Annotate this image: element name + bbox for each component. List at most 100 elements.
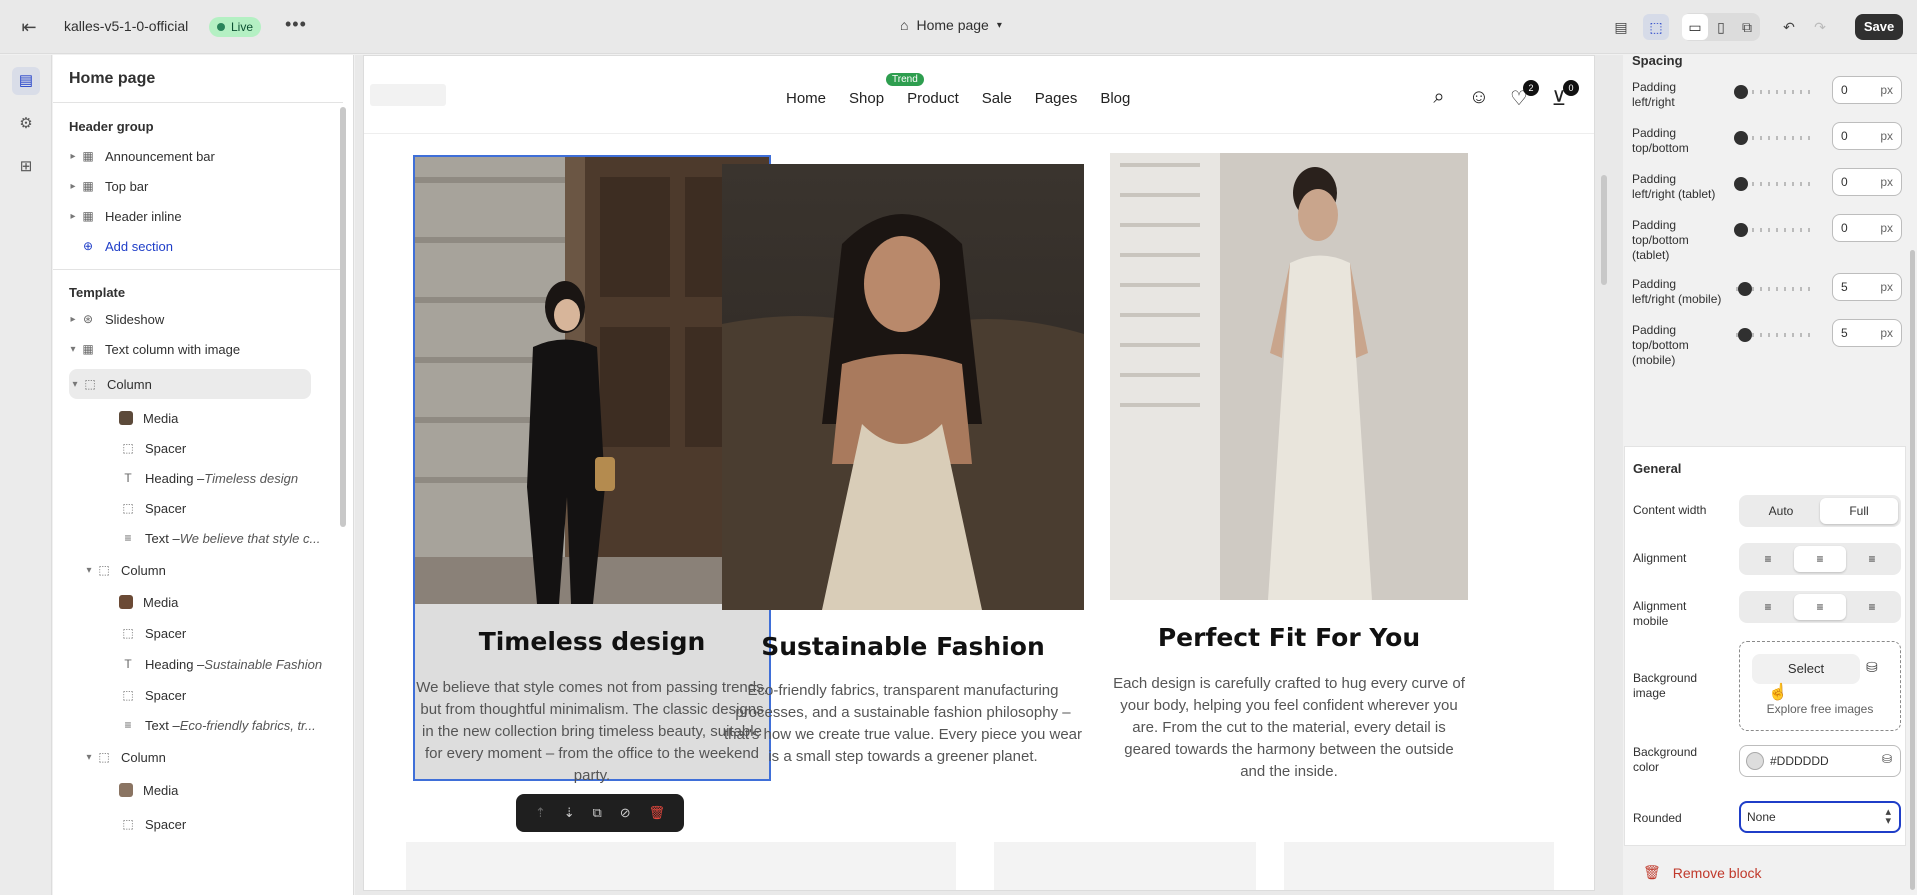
- slider-knob[interactable]: [1734, 85, 1748, 99]
- slider-knob[interactable]: [1737, 282, 1752, 296]
- more-actions-icon[interactable]: •••: [285, 14, 307, 35]
- tree-item-spacer[interactable]: ⬚ Spacer: [53, 618, 343, 648]
- save-button[interactable]: Save: [1855, 14, 1903, 40]
- tree-item-slideshow[interactable]: ▸ ⊛ Slideshow: [53, 304, 343, 334]
- cart-icon[interactable]: ⊻ 0: [1547, 80, 1579, 111]
- search-icon[interactable]: ⌕: [1427, 86, 1451, 111]
- tree-item-heading[interactable]: T Heading – Sustainable Fashion: [53, 649, 343, 679]
- tree-item-column-3[interactable]: ▾ ⬚ Column: [53, 742, 343, 772]
- tree-item-heading[interactable]: T Heading – Timeless design: [53, 463, 343, 493]
- align-center-icon[interactable]: ≡: [1794, 594, 1846, 620]
- tree-item-announcement-bar[interactable]: ▸ ▦ Announcement bar: [53, 141, 343, 171]
- tree-item-spacer[interactable]: ⬚ Spacer: [53, 809, 343, 839]
- account-icon[interactable]: ☺: [1467, 86, 1491, 111]
- gear-icon[interactable]: ⚙: [12, 110, 40, 138]
- align-left-icon[interactable]: ≡: [1742, 594, 1794, 620]
- apps-icon[interactable]: ⊞: [12, 153, 40, 181]
- sidebar-scrollbar[interactable]: [340, 107, 346, 527]
- database-icon[interactable]: ⛁: [1866, 659, 1878, 676]
- padding-slider[interactable]: [1734, 131, 1814, 145]
- select-image-button[interactable]: Select: [1752, 654, 1860, 684]
- slider-knob[interactable]: [1734, 177, 1748, 191]
- database-icon[interactable]: ▤: [1608, 14, 1634, 40]
- padding-input[interactable]: 0 px: [1832, 214, 1902, 242]
- align-center-icon[interactable]: ≡: [1794, 546, 1846, 572]
- wishlist-icon[interactable]: ♡ 2: [1507, 80, 1539, 111]
- tree-item-spacer[interactable]: ⬚ Spacer: [53, 433, 343, 463]
- column-2-image[interactable]: [722, 164, 1084, 610]
- slider-knob[interactable]: [1737, 328, 1752, 342]
- tree-item-spacer[interactable]: ⬚ Spacer: [53, 493, 343, 523]
- trash-icon[interactable]: 🗑: [649, 805, 666, 821]
- padding-input[interactable]: 5 px: [1832, 319, 1902, 347]
- nav-blog[interactable]: Blog: [1100, 90, 1130, 107]
- slider-knob[interactable]: [1734, 223, 1748, 237]
- align-right-icon[interactable]: ≡: [1846, 546, 1898, 572]
- column-2-text[interactable]: Eco-friendly fabrics, transparent manufa…: [722, 680, 1084, 768]
- tree-item-column-2[interactable]: ▾ ⬚ Column: [53, 555, 343, 585]
- tree-item-media[interactable]: Media: [53, 403, 343, 433]
- padding-input[interactable]: 0 px: [1832, 168, 1902, 196]
- database-icon[interactable]: ⛁: [1882, 752, 1892, 766]
- padding-input[interactable]: 0 px: [1832, 122, 1902, 150]
- padding-slider[interactable]: [1734, 223, 1814, 237]
- align-left-icon[interactable]: ≡: [1742, 546, 1794, 572]
- inspector-icon[interactable]: ⬚: [1643, 14, 1669, 40]
- column-3-heading[interactable]: Perfect Fit For You: [1110, 623, 1468, 652]
- rounded-select[interactable]: None ▴ ▾: [1739, 801, 1901, 833]
- fullscreen-icon[interactable]: ⧉: [1734, 14, 1760, 40]
- content-width-auto[interactable]: Auto: [1742, 498, 1820, 524]
- tree-item-media[interactable]: Media: [53, 775, 343, 805]
- add-section-button[interactable]: ⊕ Add section: [53, 231, 343, 261]
- column-1-image[interactable]: [415, 157, 769, 604]
- chevron-right-icon[interactable]: ▸: [67, 151, 79, 162]
- chevron-down-icon[interactable]: ▾: [67, 344, 79, 355]
- nav-home[interactable]: Home: [786, 90, 826, 107]
- tree-item-media[interactable]: Media: [53, 587, 343, 617]
- nav-product[interactable]: Product: [907, 90, 959, 107]
- content-width-full[interactable]: Full: [1820, 498, 1898, 524]
- tree-item-text[interactable]: ≡ Text – We believe that style c...: [53, 523, 343, 553]
- desktop-icon[interactable]: ▭: [1682, 14, 1708, 40]
- chevron-right-icon[interactable]: ▸: [67, 211, 79, 222]
- padding-input[interactable]: 5 px: [1832, 273, 1902, 301]
- column-1-heading[interactable]: Timeless design: [415, 627, 769, 656]
- move-up-icon[interactable]: ⇡: [535, 805, 546, 821]
- remove-block-button[interactable]: 🗑 Remove block: [1643, 864, 1761, 881]
- move-down-icon[interactable]: ⇣: [564, 805, 575, 821]
- redo-icon[interactable]: ↷: [1807, 14, 1833, 40]
- tree-item-column-1[interactable]: ▾ ⬚ Column: [69, 369, 311, 399]
- explore-free-images-link[interactable]: Explore free images: [1740, 702, 1900, 716]
- chevron-down-icon[interactable]: ▾: [69, 379, 81, 390]
- column-2[interactable]: Sustainable Fashion Eco-friendly fabrics…: [722, 164, 1084, 784]
- column-3-image[interactable]: [1110, 153, 1468, 600]
- align-right-icon[interactable]: ≡: [1846, 594, 1898, 620]
- tree-item-spacer[interactable]: ⬚ Spacer: [53, 680, 343, 710]
- column-1[interactable]: Timeless design We believe that style co…: [415, 157, 769, 784]
- chevron-right-icon[interactable]: ▸: [67, 181, 79, 192]
- nav-pages[interactable]: Pages: [1035, 90, 1078, 107]
- tree-item-text-column-with-image[interactable]: ▾ ▦ Text column with image: [53, 334, 343, 364]
- undo-icon[interactable]: ↶: [1776, 14, 1802, 40]
- hide-icon[interactable]: ⊘: [620, 805, 631, 821]
- nav-shop[interactable]: Shop: [849, 90, 884, 107]
- background-color-field[interactable]: #DDDDDD ⛁: [1739, 745, 1901, 777]
- sections-icon[interactable]: ▤: [12, 67, 40, 95]
- mobile-icon[interactable]: ▯: [1708, 14, 1734, 40]
- canvas-scrollbar[interactable]: [1601, 175, 1607, 285]
- tree-item-text[interactable]: ≡ Text – Eco-friendly fabrics, tr...: [53, 710, 343, 740]
- exit-icon[interactable]: ⇤: [18, 16, 40, 38]
- slider-knob[interactable]: [1734, 131, 1748, 145]
- nav-sale[interactable]: Sale: [982, 90, 1012, 107]
- page-selector[interactable]: ⌂ Home page ▾: [900, 17, 1002, 33]
- padding-slider[interactable]: [1734, 85, 1814, 99]
- column-3-text[interactable]: Each design is carefully crafted to hug …: [1110, 673, 1468, 783]
- column-2-heading[interactable]: Sustainable Fashion: [722, 632, 1084, 661]
- settings-scrollbar[interactable]: [1910, 250, 1915, 890]
- tree-item-header-inline[interactable]: ▸ ▦ Header inline: [53, 201, 343, 231]
- padding-slider[interactable]: [1736, 282, 1814, 296]
- chevron-down-icon[interactable]: ▾: [83, 565, 95, 576]
- padding-slider[interactable]: [1734, 177, 1814, 191]
- chevron-right-icon[interactable]: ▸: [67, 314, 79, 325]
- duplicate-icon[interactable]: ⧉: [593, 805, 602, 821]
